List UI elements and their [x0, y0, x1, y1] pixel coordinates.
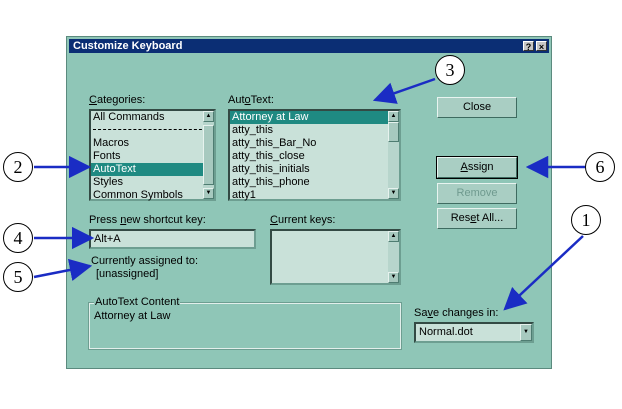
callout-2: 2	[3, 152, 33, 182]
callout-4: 4	[3, 223, 33, 253]
callout-3: 3	[435, 55, 465, 85]
callout-5: 5	[3, 262, 33, 292]
arrow-5	[33, 258, 93, 281]
callout-1: 1	[571, 205, 601, 235]
callout-arrows	[33, 77, 585, 311]
arrow-3	[372, 77, 436, 104]
arrow-1	[503, 235, 584, 311]
callout-6: 6	[585, 152, 615, 182]
